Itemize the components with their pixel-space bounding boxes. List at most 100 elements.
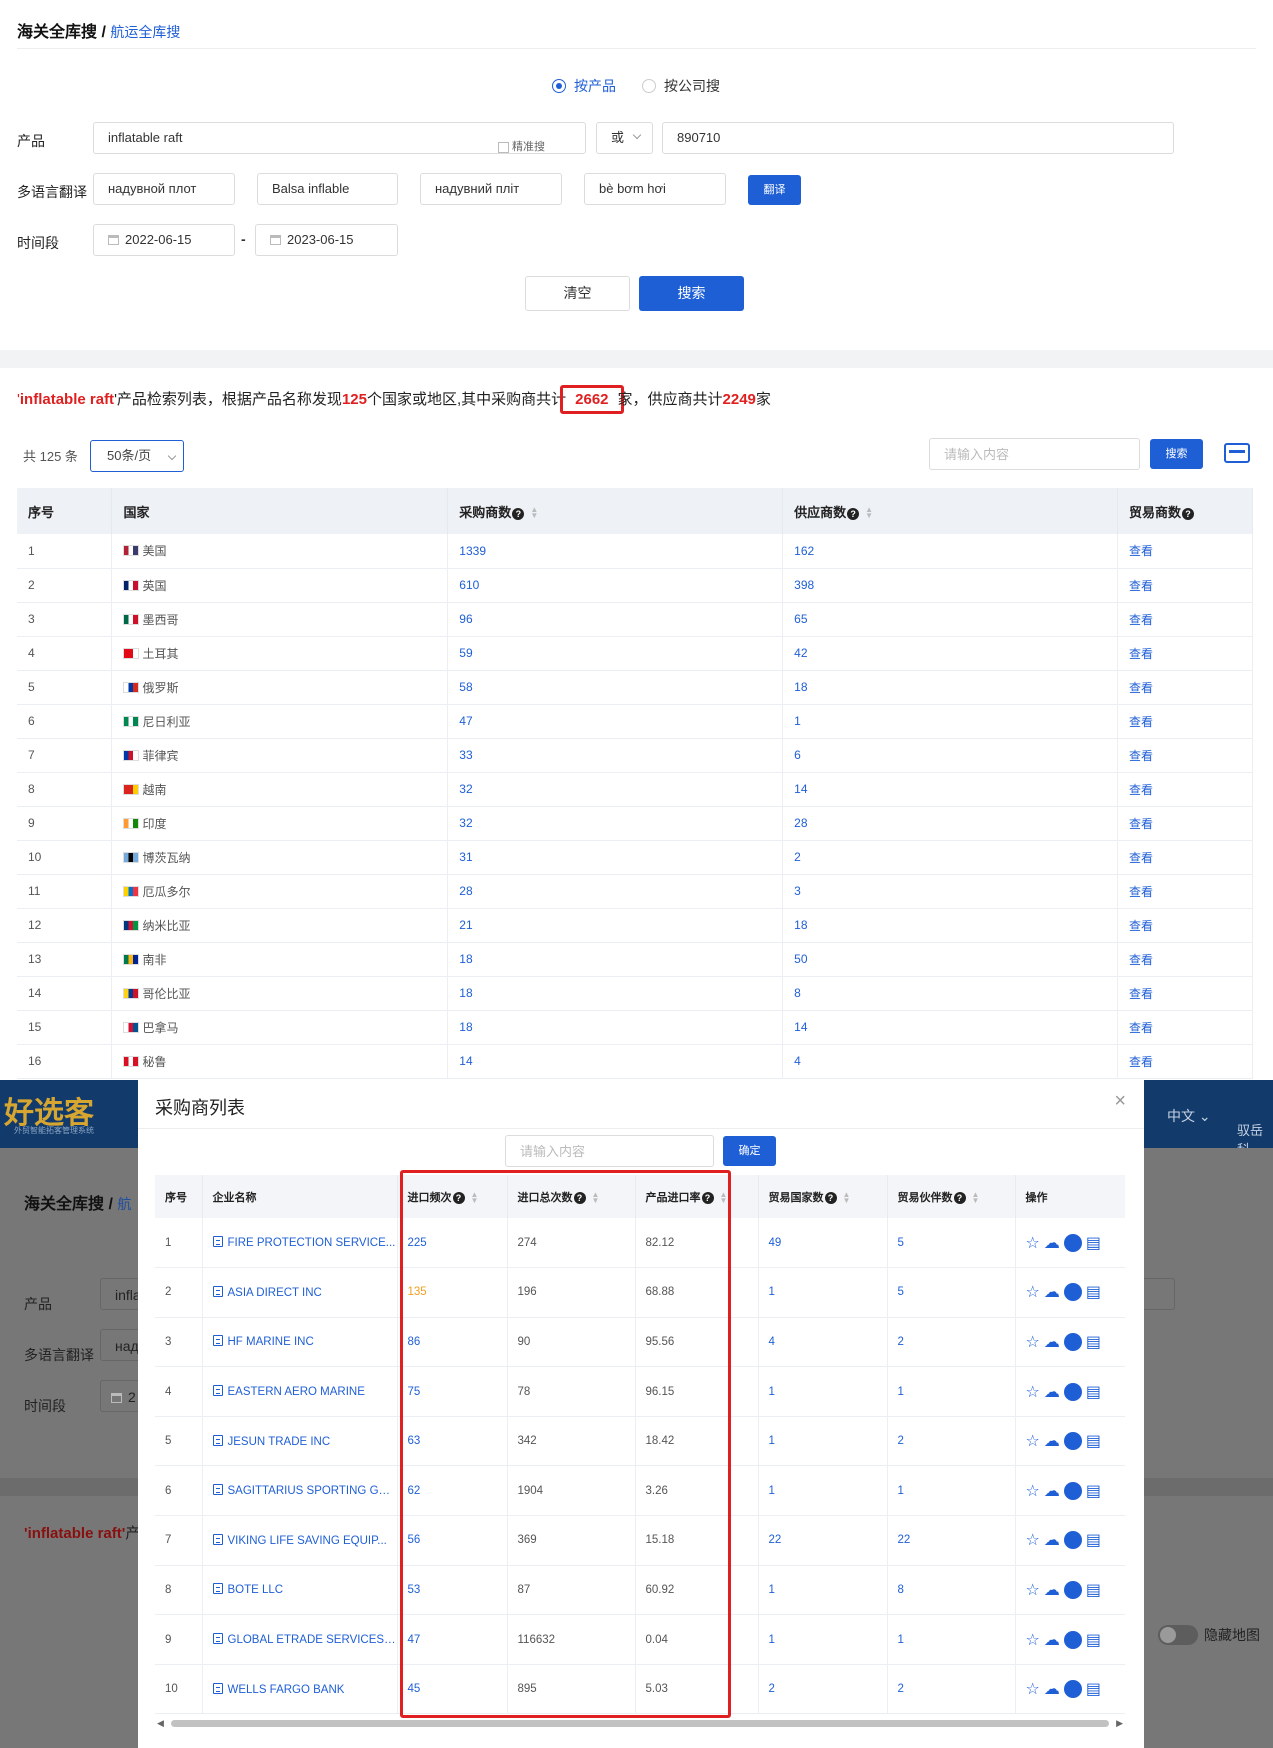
report-icon[interactable]: ▤ [1086,1580,1101,1600]
scroll-left-icon[interactable]: ◀ [157,1718,164,1729]
report-icon[interactable]: ▤ [1086,1630,1101,1650]
cloud-icon[interactable]: ☁ [1044,1630,1060,1650]
translation-input-2[interactable]: Balsa inflable [257,173,398,205]
cloud-icon[interactable]: ☁ [1044,1530,1060,1550]
row-trade-partners[interactable]: 5 [887,1218,1016,1269]
col-import-total[interactable]: 进口总次数? ▲ ▼ [507,1175,636,1218]
page-size-select[interactable]: 50条/页 [90,440,184,472]
globe-icon[interactable] [1063,1531,1082,1550]
row-traders-view-link[interactable]: 查看 [1117,874,1253,909]
cloud-icon[interactable]: ☁ [1044,1431,1060,1451]
row-buyers-link[interactable]: 21 [447,908,784,943]
row-traders-view-link[interactable]: 查看 [1117,942,1253,977]
row-company-link[interactable]: FIRE PROTECTION SERVICE... [202,1218,398,1269]
globe-icon[interactable] [1063,1580,1082,1599]
row-import-frequency[interactable]: 47 [397,1614,508,1665]
row-trade-partners[interactable]: 2 [887,1317,1016,1368]
row-import-frequency[interactable]: 63 [397,1416,508,1467]
star-icon[interactable]: ☆ [1026,1282,1040,1302]
globe-icon[interactable] [1063,1680,1082,1699]
scroll-right-icon[interactable]: ▶ [1116,1718,1123,1729]
row-traders-view-link[interactable]: 查看 [1117,976,1253,1011]
star-icon[interactable]: ☆ [1026,1530,1040,1550]
row-buyers-link[interactable]: 32 [447,772,784,807]
close-icon[interactable]: × [1114,1090,1126,1113]
language-select[interactable]: 中文 ⌄ [1167,1106,1211,1126]
row-company-link[interactable]: BOTE LLC [202,1565,398,1616]
radio-by-product[interactable]: 按产品 [552,76,616,96]
row-import-frequency[interactable]: 56 [397,1515,508,1566]
row-trade-partners[interactable]: 22 [887,1515,1016,1566]
report-icon[interactable]: ▤ [1086,1382,1101,1402]
print-icon[interactable] [1224,443,1250,463]
row-buyers-link[interactable]: 96 [447,602,784,637]
row-suppliers-link[interactable]: 28 [782,806,1119,841]
row-suppliers-link[interactable]: 8 [782,976,1119,1011]
row-trade-countries[interactable]: 1 [758,1614,888,1665]
star-icon[interactable]: ☆ [1026,1679,1040,1699]
star-icon[interactable]: ☆ [1026,1332,1040,1352]
globe-icon[interactable] [1063,1481,1082,1500]
translation-input-1[interactable]: надувной плот [93,173,235,205]
row-company-link[interactable]: GLOBAL ETRADE SERVICES ... [202,1614,398,1665]
report-icon[interactable]: ▤ [1086,1282,1101,1302]
radio-by-company[interactable]: 按公司搜 [642,76,720,96]
table-search-button[interactable]: 搜索 [1150,439,1203,469]
row-trade-partners[interactable]: 1 [887,1366,1016,1417]
row-suppliers-link[interactable]: 14 [782,1010,1119,1045]
modal-confirm-button[interactable]: 确定 [723,1136,776,1166]
row-buyers-link[interactable]: 18 [447,1010,784,1045]
row-company-link[interactable]: VIKING LIFE SAVING EQUIP... [202,1515,398,1566]
row-buyers-link[interactable]: 610 [447,568,784,603]
row-import-frequency[interactable]: 45 [397,1664,508,1715]
cloud-icon[interactable]: ☁ [1044,1332,1060,1352]
row-suppliers-link[interactable]: 6 [782,738,1119,773]
row-suppliers-link[interactable]: 398 [782,568,1119,603]
sort-icon[interactable]: ▲ ▼ [972,1190,980,1204]
row-traders-view-link[interactable]: 查看 [1117,772,1253,807]
date-from-input[interactable]: 2022-06-15 [93,224,235,256]
row-suppliers-link[interactable]: 4 [782,1044,1119,1079]
row-buyers-link[interactable]: 47 [447,704,784,739]
row-buyers-link[interactable]: 32 [447,806,784,841]
product-input[interactable]: inflatable raft 精准搜 [93,122,586,154]
sort-icon[interactable]: ▲ ▼ [865,506,873,520]
report-icon[interactable]: ▤ [1086,1679,1101,1699]
report-icon[interactable]: ▤ [1086,1332,1101,1352]
row-traders-view-link[interactable]: 查看 [1117,1044,1253,1079]
col-import-rate[interactable]: 产品进口率? ▲ ▼ [635,1175,759,1218]
exact-search-checkbox[interactable]: 精准搜 [498,132,545,162]
breadcrumb-shipping-search[interactable]: 航运全库搜 [110,24,180,40]
report-icon[interactable]: ▤ [1086,1481,1101,1501]
row-traders-view-link[interactable]: 查看 [1117,670,1253,705]
row-traders-view-link[interactable]: 查看 [1117,908,1253,943]
report-icon[interactable]: ▤ [1086,1233,1101,1253]
row-traders-view-link[interactable]: 查看 [1117,568,1253,603]
row-company-link[interactable]: JESUN TRADE INC [202,1416,398,1467]
globe-icon[interactable] [1063,1432,1082,1451]
star-icon[interactable]: ☆ [1026,1630,1040,1650]
row-buyers-link[interactable]: 18 [447,976,784,1011]
row-suppliers-link[interactable]: 18 [782,908,1119,943]
row-buyers-link[interactable]: 28 [447,874,784,909]
translation-input-4[interactable]: bè bơm hơi [584,173,726,205]
row-suppliers-link[interactable]: 14 [782,772,1119,807]
row-import-frequency[interactable]: 225 [397,1218,508,1269]
row-suppliers-link[interactable]: 65 [782,602,1119,637]
star-icon[interactable]: ☆ [1026,1481,1040,1501]
row-buyers-link[interactable]: 1339 [447,534,784,569]
globe-icon[interactable] [1063,1630,1082,1649]
col-trade-countries[interactable]: 贸易国家数? ▲ ▼ [758,1175,888,1218]
row-company-link[interactable]: SAGITTARIUS SPORTING GO... [202,1465,398,1517]
translation-input-3[interactable]: надувний пліт [420,173,562,205]
row-traders-view-link[interactable]: 查看 [1117,636,1253,671]
row-trade-countries[interactable]: 49 [758,1218,888,1269]
row-import-frequency[interactable]: 53 [397,1565,508,1616]
sort-icon[interactable]: ▲ ▼ [720,1190,728,1204]
cloud-icon[interactable]: ☁ [1044,1382,1060,1402]
row-buyers-link[interactable]: 33 [447,738,784,773]
report-icon[interactable]: ▤ [1086,1530,1101,1550]
row-suppliers-link[interactable]: 162 [782,534,1119,569]
cloud-icon[interactable]: ☁ [1044,1481,1060,1501]
row-trade-countries[interactable]: 22 [758,1515,888,1566]
